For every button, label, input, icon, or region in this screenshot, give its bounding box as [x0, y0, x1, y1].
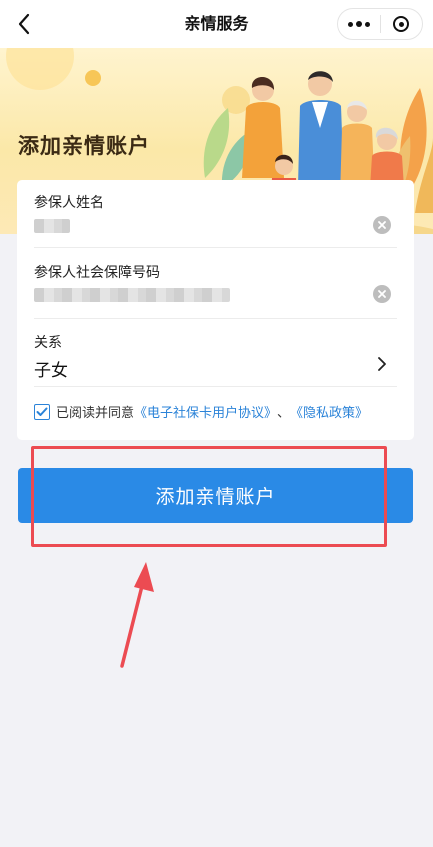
mini-program-capsule: [337, 8, 423, 40]
divider: [34, 386, 397, 387]
name-field[interactable]: 参保人姓名: [34, 192, 397, 212]
agreement-row: 已阅读并同意 《电子社保卡用户协议》 、 《隐私政策》: [34, 402, 368, 421]
banner-title: 添加亲情账户: [18, 134, 150, 158]
more-dots-icon: [347, 21, 370, 27]
clear-x-icon: [378, 221, 386, 229]
target-icon: [393, 16, 410, 32]
clear-x-icon: [378, 290, 386, 298]
top-nav-bar: 亲情服务: [0, 0, 433, 48]
relation-field-value: 子女: [34, 361, 68, 381]
relation-field[interactable]: 关系 子女: [34, 332, 397, 381]
ssn-field-label: 参保人社会保障号码: [34, 265, 160, 281]
divider: [34, 318, 397, 319]
agreement-checkbox[interactable]: [34, 403, 50, 420]
name-clear-button[interactable]: [373, 216, 391, 234]
ssn-clear-button[interactable]: [373, 285, 391, 303]
relation-field-label: 关系: [34, 335, 62, 351]
agreement-separator: 、: [277, 406, 291, 421]
privacy-policy-link[interactable]: 《隐私政策》: [290, 402, 368, 421]
ssn-field[interactable]: 参保人社会保障号码: [34, 262, 397, 282]
checkmark-icon: [36, 407, 48, 416]
agreement-prefix: 已阅读并同意: [56, 406, 135, 421]
name-field-value-masked: [34, 219, 70, 233]
add-family-account-button[interactable]: 添加亲情账户: [18, 468, 413, 523]
divider: [34, 247, 397, 248]
annotation-arrow-icon: [120, 562, 154, 668]
ssn-field-value-masked: [34, 288, 230, 302]
form-card: 参保人姓名 参保人社会保障号码 关系 子女 已阅读并同意 《电子社保卡用户协议》: [17, 180, 414, 440]
more-button[interactable]: [338, 9, 380, 39]
user-agreement-link[interactable]: 《电子社保卡用户协议》: [134, 402, 277, 421]
chevron-right-icon[interactable]: [377, 356, 387, 372]
name-field-label: 参保人姓名: [34, 195, 104, 211]
close-mini-program-button[interactable]: [381, 9, 423, 39]
